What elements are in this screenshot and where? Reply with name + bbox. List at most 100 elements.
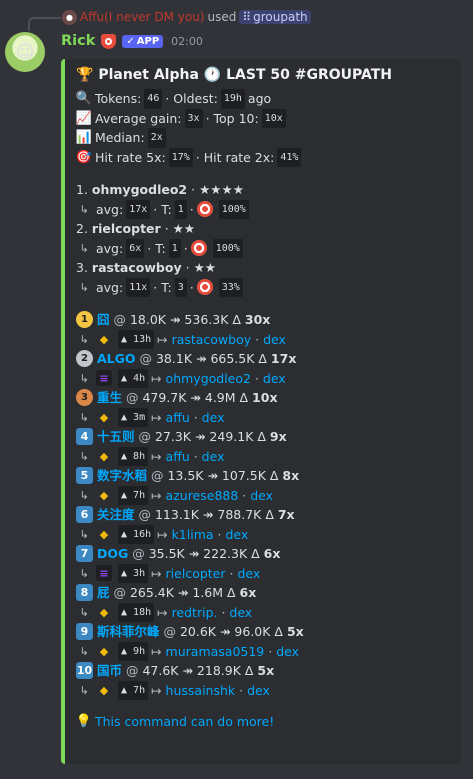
token-detail-row: ↳ ◆ ▲ 18h ↦ redtrip. · dex xyxy=(76,602,449,623)
token-name[interactable]: 国币 xyxy=(97,661,122,681)
rank-badge: 9 xyxy=(76,623,93,641)
stats-tokens-line: 🔍 Tokens: 46 · Oldest: 19h ago xyxy=(76,89,449,109)
token-mult: 30x xyxy=(244,312,271,327)
sep: · xyxy=(251,331,264,347)
arrow-icon: ↠ xyxy=(203,468,222,483)
caller-stars: ★★★★ xyxy=(199,182,244,197)
command-chip[interactable]: ⠿ groupath xyxy=(239,10,311,24)
token-from: 479.7K xyxy=(142,390,187,405)
caller-name[interactable]: rielcopter xyxy=(92,219,161,239)
dex-link[interactable]: dex xyxy=(225,525,248,545)
reply-reference[interactable]: ● Affu(I never DM you) used ⠿ groupath xyxy=(62,8,311,26)
sep: · xyxy=(238,487,251,503)
caller-t: 3 xyxy=(174,277,187,297)
token-row: 2 ALGO @ 38.1K ↠ 665.5K Δ 17x xyxy=(76,349,449,369)
arrow-icon: ↠ xyxy=(178,663,197,678)
dex-link[interactable]: dex xyxy=(237,564,260,584)
delta-icon: Δ xyxy=(247,546,264,561)
maps-to-icon: ↦ xyxy=(151,565,166,581)
token-name[interactable]: 斯科菲尔峰 xyxy=(97,622,160,642)
reply-username[interactable]: Affu(I never DM you) xyxy=(80,10,204,24)
at-sign: @ xyxy=(135,351,156,366)
avatar[interactable]: ☺ xyxy=(5,32,45,72)
rank-badge: 4 xyxy=(76,428,93,446)
token-caller[interactable]: affu xyxy=(166,408,190,428)
bnb-icon: ◆ xyxy=(99,527,109,541)
token-to: 536.3K xyxy=(184,312,229,327)
message-header: Rick ✓ APP 02:00 xyxy=(61,32,203,50)
dex-link[interactable]: dex xyxy=(263,369,286,389)
maps-to-icon: ↦ xyxy=(151,487,166,503)
token-caller[interactable]: rielcopter xyxy=(166,564,226,584)
token-name[interactable]: ALGO xyxy=(97,349,136,369)
token-name[interactable]: 十五则 xyxy=(97,427,135,447)
token-to: 4.9M xyxy=(204,390,236,405)
delta-icon: Δ xyxy=(253,429,270,444)
token-name[interactable]: 囧 xyxy=(97,310,110,330)
token-caller[interactable]: hussainshk xyxy=(166,681,236,701)
bnb-icon: ◆ xyxy=(99,332,109,346)
maps-to-icon: ↦ xyxy=(151,682,166,698)
token-caller[interactable]: muramasa0519 xyxy=(166,642,265,662)
token-detail-row: ↳ ◆ ▲ 7h ↦ hussainshk · dex xyxy=(76,680,449,701)
username[interactable]: Rick xyxy=(61,33,95,49)
hit5-label: Hit rate 5x: xyxy=(95,149,166,165)
dex-link[interactable]: dex xyxy=(263,330,286,350)
indent-arrow-icon: ↳ xyxy=(76,280,89,294)
footer-hint[interactable]: 💡 This command can do more! xyxy=(76,712,449,732)
indent-arrow-icon: ↳ xyxy=(76,241,89,255)
token-mult: 9x xyxy=(269,429,287,444)
token-name[interactable]: DOG xyxy=(97,544,128,564)
arrow-icon: ↠ xyxy=(184,546,204,561)
caller-t: 1 xyxy=(174,199,187,219)
token-caller[interactable]: k1lima xyxy=(172,525,214,545)
app-badge-label: APP xyxy=(136,35,160,47)
solana-icon: ≡ xyxy=(96,565,112,582)
sep: · xyxy=(189,448,202,464)
tokens-label: Tokens: xyxy=(95,91,142,106)
token-name[interactable]: 屁 xyxy=(97,583,110,603)
token-detail-row: ↳ ◆ ▲ 8h ↦ affu · dex xyxy=(76,446,449,467)
bnb-icon: ◆ xyxy=(99,605,109,619)
token-name[interactable]: 关注度 xyxy=(97,505,135,525)
token-to: 96.0K xyxy=(234,624,271,639)
footer-link[interactable]: This command can do more! xyxy=(95,712,274,732)
grid-icon: ⠿ xyxy=(242,10,252,24)
token-caller[interactable]: affu xyxy=(166,447,190,467)
indent-arrow-icon: ↳ xyxy=(76,488,89,502)
dex-link[interactable]: dex xyxy=(202,447,225,467)
dex-link[interactable]: dex xyxy=(276,642,299,662)
dex-link[interactable]: dex xyxy=(202,408,225,428)
rank-badge: 7 xyxy=(76,545,93,563)
t-label: · T: xyxy=(153,279,172,295)
maps-to-icon: ↦ xyxy=(151,370,166,386)
dex-link[interactable]: dex xyxy=(229,603,252,623)
caller-pct: 100% xyxy=(218,199,249,219)
reply-avatar: ● xyxy=(62,9,77,25)
token-from: 38.1K xyxy=(155,351,193,366)
caller-detail-row: ↳ avg: 11x · T: 3 · 33% xyxy=(76,277,449,297)
sep: · xyxy=(225,565,238,581)
token-age: ▲ 18h xyxy=(118,602,155,622)
dex-link[interactable]: dex xyxy=(250,486,273,506)
caller-row: 1. ohmygodleo2 · ★★★★ xyxy=(76,180,449,200)
token-caller[interactable]: azurese888 xyxy=(166,486,239,506)
median-label: Median: xyxy=(95,130,145,145)
token-caller[interactable]: redtrip. xyxy=(172,603,218,623)
caller-name[interactable]: rastacowboy xyxy=(92,258,182,278)
delta-icon: Δ xyxy=(235,390,253,405)
caller-name[interactable]: ohmygodleo2 xyxy=(92,180,187,200)
stats-hitrate-line: 🎯 Hit rate 5x: 17% · Hit rate 2x: 41% xyxy=(76,147,449,167)
delta-icon: Δ xyxy=(228,312,245,327)
target-icon: 🎯 xyxy=(76,149,93,165)
token-name[interactable]: 重生 xyxy=(97,388,122,408)
token-caller[interactable]: rastacowboy xyxy=(172,330,252,350)
top10-label: · Top 10: xyxy=(205,110,259,126)
token-caller[interactable]: ohmygodleo2 xyxy=(166,369,251,389)
dex-link[interactable]: dex xyxy=(247,681,270,701)
token-name[interactable]: 数字水稻 xyxy=(97,466,147,486)
hit2-label: · Hit rate 2x: xyxy=(195,149,275,165)
maps-to-icon: ↦ xyxy=(151,448,166,464)
app-badge: ✓ APP xyxy=(122,34,164,48)
token-from: 35.5K xyxy=(148,546,185,561)
